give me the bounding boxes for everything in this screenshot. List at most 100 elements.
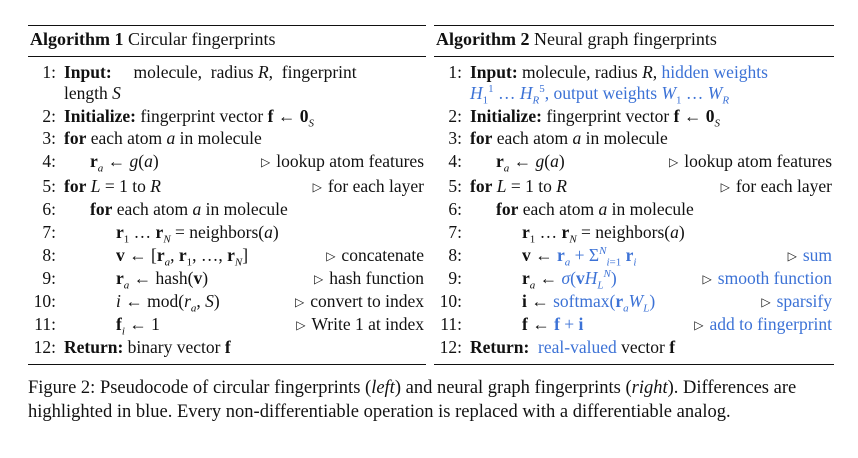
line-code: for L = 1 to R [470,176,567,196]
alg2-line-12: 12: Return: real-valued vector f [434,336,834,358]
algorithm-1-label: Algorithm 1 [30,29,124,49]
line-number: 10: [33,291,56,311]
line-code: ra ← hash(v) [116,268,209,292]
alg2-line-1-cont: H11 … HR5, output weights W1 … WR [434,82,834,107]
line-number: 1: [448,62,462,82]
line-comment: ▷ lookup atom features [669,151,832,171]
algorithm-2-label: Algorithm 2 [436,29,530,49]
line-number: 7: [42,222,56,242]
alg1-line-6: 6: for each atom a in molecule [28,198,426,220]
line-code: for L = 1 to R [64,176,161,196]
line-code: f ← f + i [522,314,584,334]
alg1-line-1-cont: length S [28,82,426,104]
line-comment: ▷ convert to index [295,291,424,311]
line-code: ra ← g(a) [496,151,565,175]
line-number: 6: [42,199,56,219]
line-comment: ▷ sum [787,245,832,265]
line-code: length S [64,83,121,103]
alg2-line-7: 7: r1 … rN = neighbors(a) [434,221,834,246]
triangle-right-icon: ▷ [787,249,797,263]
line-number: 4: [448,151,462,171]
line-comment: ▷ for each layer [312,176,424,196]
alg2-line-6: 6: for each atom a in molecule [434,198,834,220]
line-code: v ← ra + ΣNi=1 ri [522,245,637,269]
triangle-right-icon: ▷ [694,318,704,332]
line-comment: ▷ Write 1 at index [296,314,424,334]
line-number: 12: [439,337,462,357]
alg1-line-10: 10: i ← mod(ra, S) ▷ convert to index [28,290,426,315]
line-code: i ← mod(ra, S) [116,291,220,315]
alg1-line-5: 5: for L = 1 to R ▷ for each layer [28,175,426,197]
triangle-right-icon: ▷ [295,295,305,309]
line-code: Return: binary vector f [64,337,231,357]
line-number: 11: [440,314,462,334]
line-code: ra ← σ(vHLN) [522,268,617,292]
triangle-right-icon: ▷ [296,318,306,332]
alg1-line-4: 4: ra ← g(a) ▷ lookup atom features [28,150,426,175]
line-comment: ▷ lookup atom features [261,151,424,171]
line-number: 3: [42,128,56,148]
alg2-line-8: 8: v ← ra + ΣNi=1 ri ▷ sum [434,244,834,269]
line-number: 10: [439,291,462,311]
alg2-line-11: 11: f ← f + i ▷ add to fingerprint [434,313,834,335]
line-code: r1 … rN = neighbors(a) [522,222,685,246]
algorithm-2-title: Algorithm 2 Neural graph fingerprints [436,29,717,50]
line-comment: ▷ smooth function [702,268,832,288]
algorithm-2-name: Neural graph fingerprints [534,29,717,49]
alg1-line-2: 2: Initialize: fingerprint vector f ← 0S [28,105,426,130]
alg2-line-2: 2: Initialize: fingerprint vector f ← 0S [434,105,834,130]
line-code: r1 … rN = neighbors(a) [116,222,279,246]
line-comment: ▷ concatenate [326,245,424,265]
algorithm-1-rule [28,56,426,57]
line-code: fi ← 1 [116,314,160,338]
line-number: 4: [42,151,56,171]
algorithm-1-name: Circular fingerprints [128,29,276,49]
line-comment: ▷ sparsify [761,291,832,311]
line-code: ra ← g(a) [90,151,159,175]
line-code: Return: real-valued vector f [470,337,676,357]
line-code: i ← softmax(raWL) [522,291,656,315]
line-number: 5: [448,176,462,196]
paper-figure: Algorithm 1 Circular fingerprints 1: Inp… [0,0,858,458]
algorithm-1-title: Algorithm 1 Circular fingerprints [30,29,275,50]
line-number: 1: [42,62,56,82]
alg1-line-12: 12: Return: binary vector f [28,336,426,358]
triangle-right-icon: ▷ [669,155,679,169]
line-number: 2: [42,106,56,126]
alg1-line-1: 1: Input: molecule, radius R, fingerprin… [28,61,426,83]
alg2-line-3: 3: for each atom a in molecule [434,127,834,149]
alg1-line-9: 9: ra ← hash(v) ▷ hash function [28,267,426,292]
algorithm-2-rule [434,56,834,57]
triangle-right-icon: ▷ [313,272,324,286]
alg2-line-9: 9: ra ← σ(vHLN) ▷ smooth function [434,267,834,292]
triangle-right-icon: ▷ [326,249,336,263]
line-number: 5: [42,176,56,196]
triangle-right-icon: ▷ [261,155,271,169]
line-comment: ▷ hash function [313,268,424,288]
line-number: 3: [448,128,462,148]
line-code: Initialize: fingerprint vector f ← 0S [64,106,314,130]
line-comment: ▷ for each layer [720,176,832,196]
alg1-line-3: 3: for each atom a in molecule [28,127,426,149]
alg1-line-8: 8: v ← [ra, r1, …, rN] ▷ concatenate [28,244,426,269]
line-number: 8: [42,245,56,265]
line-code: Input: molecule, radius R, fingerprint [64,62,357,82]
line-number: 9: [42,268,56,288]
line-code: for each atom a in molecule [90,199,288,219]
algorithm-2-box: Algorithm 2 Neural graph fingerprints 1:… [434,25,834,365]
line-code: Initialize: fingerprint vector f ← 0S [470,106,720,130]
line-code: H11 … HR5, output weights W1 … WR [470,83,730,107]
line-code: for each atom a in molecule [64,128,262,148]
line-code: v ← [ra, r1, …, rN] [116,245,249,269]
line-code: for each atom a in molecule [470,128,668,148]
triangle-right-icon: ▷ [702,272,712,286]
line-number: 8: [448,245,462,265]
line-comment: ▷ add to fingerprint [694,314,832,334]
triangle-right-icon: ▷ [761,295,771,309]
algorithm-1-box: Algorithm 1 Circular fingerprints 1: Inp… [28,25,426,365]
figure-caption: Figure 2: Pseudocode of circular fingerp… [28,378,797,422]
alg2-line-1: 1: Input: molecule, radius R, hidden wei… [434,61,834,83]
alg1-line-11: 11: fi ← 1 ▷ Write 1 at index [28,313,426,338]
triangle-right-icon: ▷ [312,180,322,194]
line-number: 2: [448,106,462,126]
